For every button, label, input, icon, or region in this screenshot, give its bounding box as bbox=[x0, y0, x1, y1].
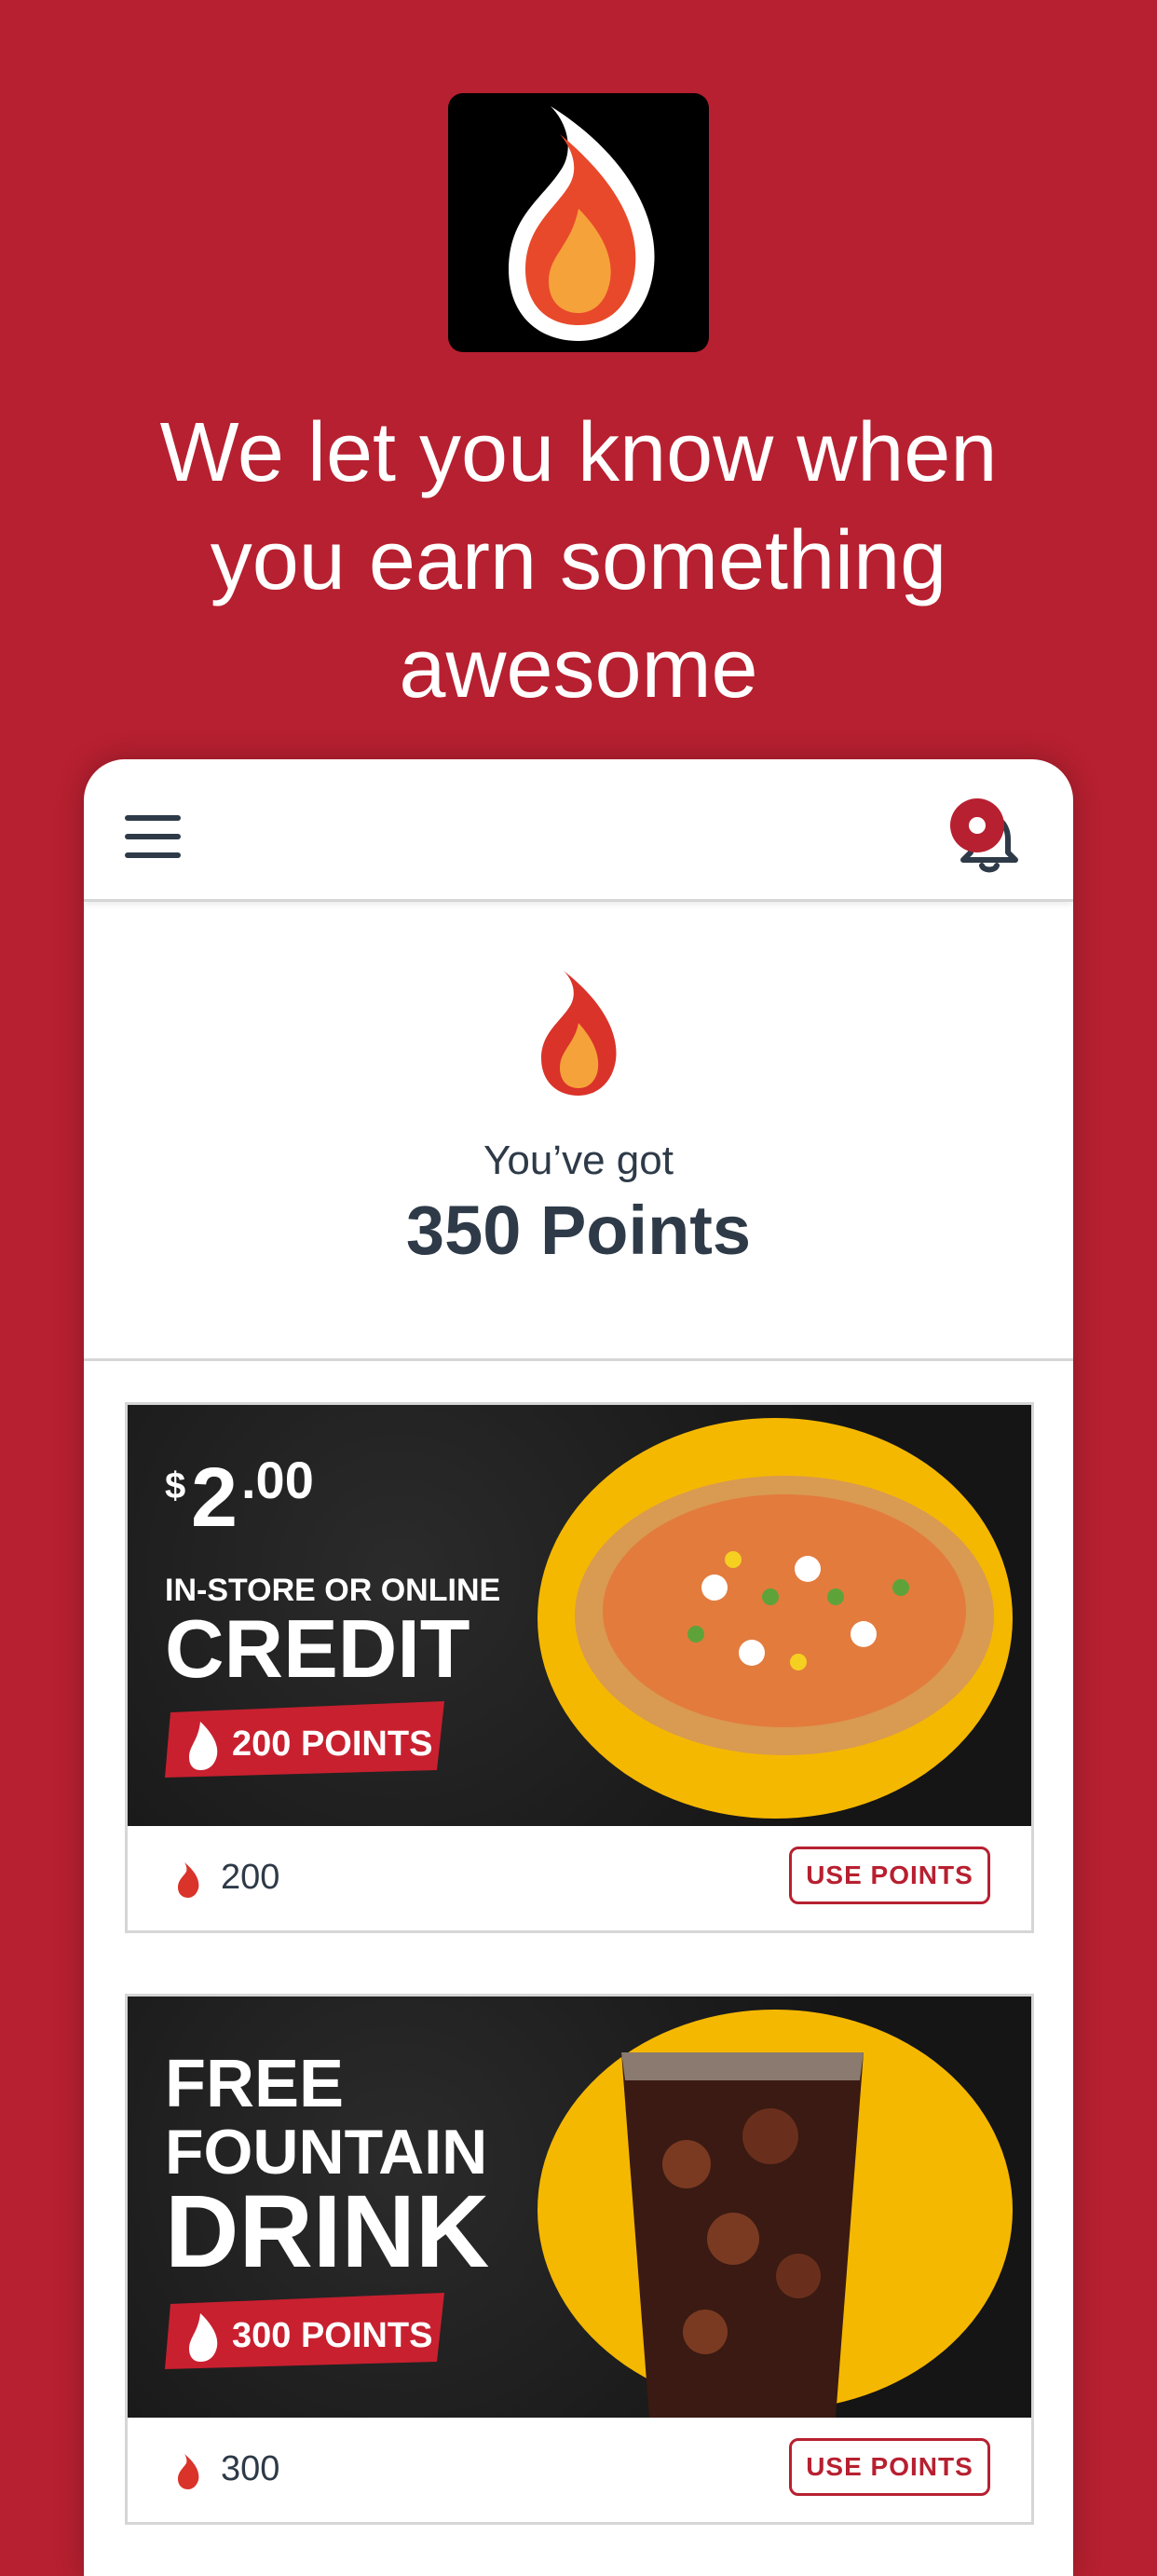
reward-points: 300 bbox=[221, 2449, 280, 2488]
hamburger-menu-icon[interactable] bbox=[125, 815, 181, 858]
notifications-button[interactable] bbox=[945, 789, 1034, 879]
use-points-button[interactable]: USE POINTS bbox=[789, 2438, 990, 2496]
banner-points-label: 300 POINTS bbox=[232, 2316, 432, 2355]
banner-line-1: FREE bbox=[165, 2047, 344, 2121]
banner-text-group: FREE FOUNTAIN DRINK 300 POINTS bbox=[165, 2047, 489, 2369]
banner-price-cents: .00 bbox=[241, 1451, 314, 1509]
reward-banner-credit: $ 2 .00 IN-STORE OR ONLINE CREDIT 200 PO… bbox=[128, 1405, 1031, 1826]
app-logo bbox=[448, 93, 709, 352]
pizza-image bbox=[575, 1476, 994, 1755]
flame-small-icon bbox=[178, 1862, 199, 1898]
flame-icon bbox=[541, 971, 617, 1096]
banner-text-group: $ 2 .00 IN-STORE OR ONLINE CREDIT 200 PO… bbox=[165, 1451, 500, 1778]
reward-banner-drink: FREE FOUNTAIN DRINK 300 POINTS bbox=[128, 1997, 1031, 2418]
flame-logo-icon bbox=[509, 106, 655, 341]
notification-badge bbox=[950, 798, 1004, 852]
drink-cup-image bbox=[621, 2052, 864, 2418]
points-value: 350 Points bbox=[405, 1192, 752, 1269]
banner-line-3: DRINK bbox=[165, 2174, 489, 2289]
use-points-button[interactable]: USE POINTS bbox=[789, 1847, 990, 1904]
reward-footer: 300 USE POINTS bbox=[128, 2418, 1031, 2522]
reward-points: 200 bbox=[221, 1858, 280, 1897]
banner-line-2: CREDIT bbox=[165, 1602, 470, 1695]
banner-price-symbol: $ bbox=[165, 1465, 185, 1506]
reward-card[interactable]: FREE FOUNTAIN DRINK 300 POINTS 300 USE P… bbox=[125, 1994, 1034, 2525]
banner-points-label: 200 POINTS bbox=[232, 1724, 432, 1764]
banner-price-whole: 2 bbox=[191, 1452, 238, 1545]
points-summary: You’ve got 350 Points bbox=[84, 902, 1073, 1361]
app-header bbox=[84, 759, 1073, 902]
flame-small-icon bbox=[178, 2454, 199, 2489]
points-subtitle: You’ve got bbox=[483, 1138, 674, 1183]
headline: We let you know when you earn something … bbox=[159, 406, 998, 716]
phone-preview: You’ve got 350 Points $ 2 .00 IN-STORE O… bbox=[84, 759, 1073, 2576]
reward-card[interactable]: $ 2 .00 IN-STORE OR ONLINE CREDIT 200 PO… bbox=[125, 1402, 1034, 1933]
reward-footer: 200 USE POINTS bbox=[128, 1826, 1031, 1930]
